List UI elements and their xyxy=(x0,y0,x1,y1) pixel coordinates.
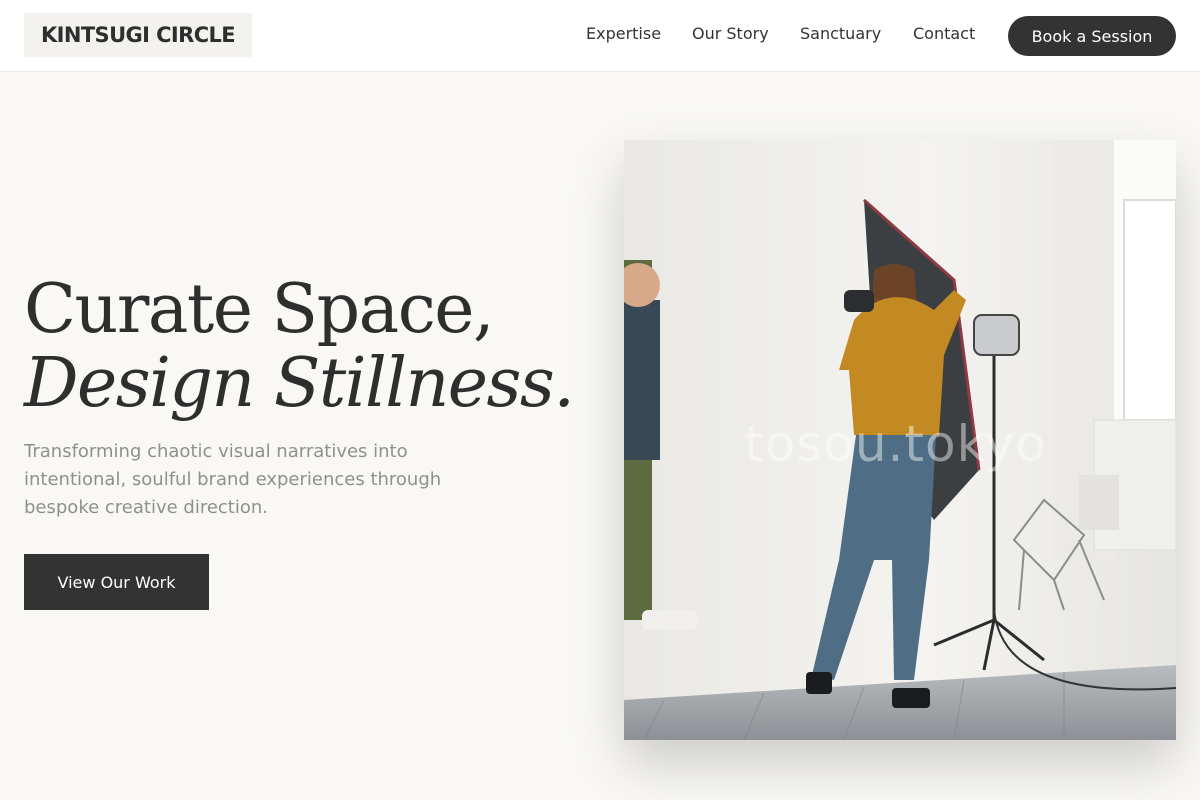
nav-link-contact[interactable]: Contact xyxy=(913,24,975,43)
site-header: KINTSUGI CIRCLE Expertise Our Story Sanc… xyxy=(0,0,1200,72)
image-watermark: tosou.tokyo xyxy=(744,415,1047,473)
hero-image: tosou.tokyo xyxy=(624,140,1176,740)
book-session-button[interactable]: Book a Session xyxy=(1008,16,1176,56)
nav-link-expertise[interactable]: Expertise xyxy=(586,24,661,43)
hero-title: Curate Space, Design Stillness. xyxy=(24,270,575,423)
hero-title-line-2: Design Stillness. xyxy=(24,344,575,423)
hero-subtitle: Transforming chaotic visual narratives i… xyxy=(24,441,442,518)
nav-link-sanctuary[interactable]: Sanctuary xyxy=(800,24,881,43)
nav-link-our-story[interactable]: Our Story xyxy=(692,24,769,43)
brand-logo[interactable]: KINTSUGI CIRCLE xyxy=(24,13,252,57)
hero-title-line-1: Curate Space, xyxy=(24,270,495,349)
view-our-work-button[interactable]: View Our Work xyxy=(24,554,209,610)
